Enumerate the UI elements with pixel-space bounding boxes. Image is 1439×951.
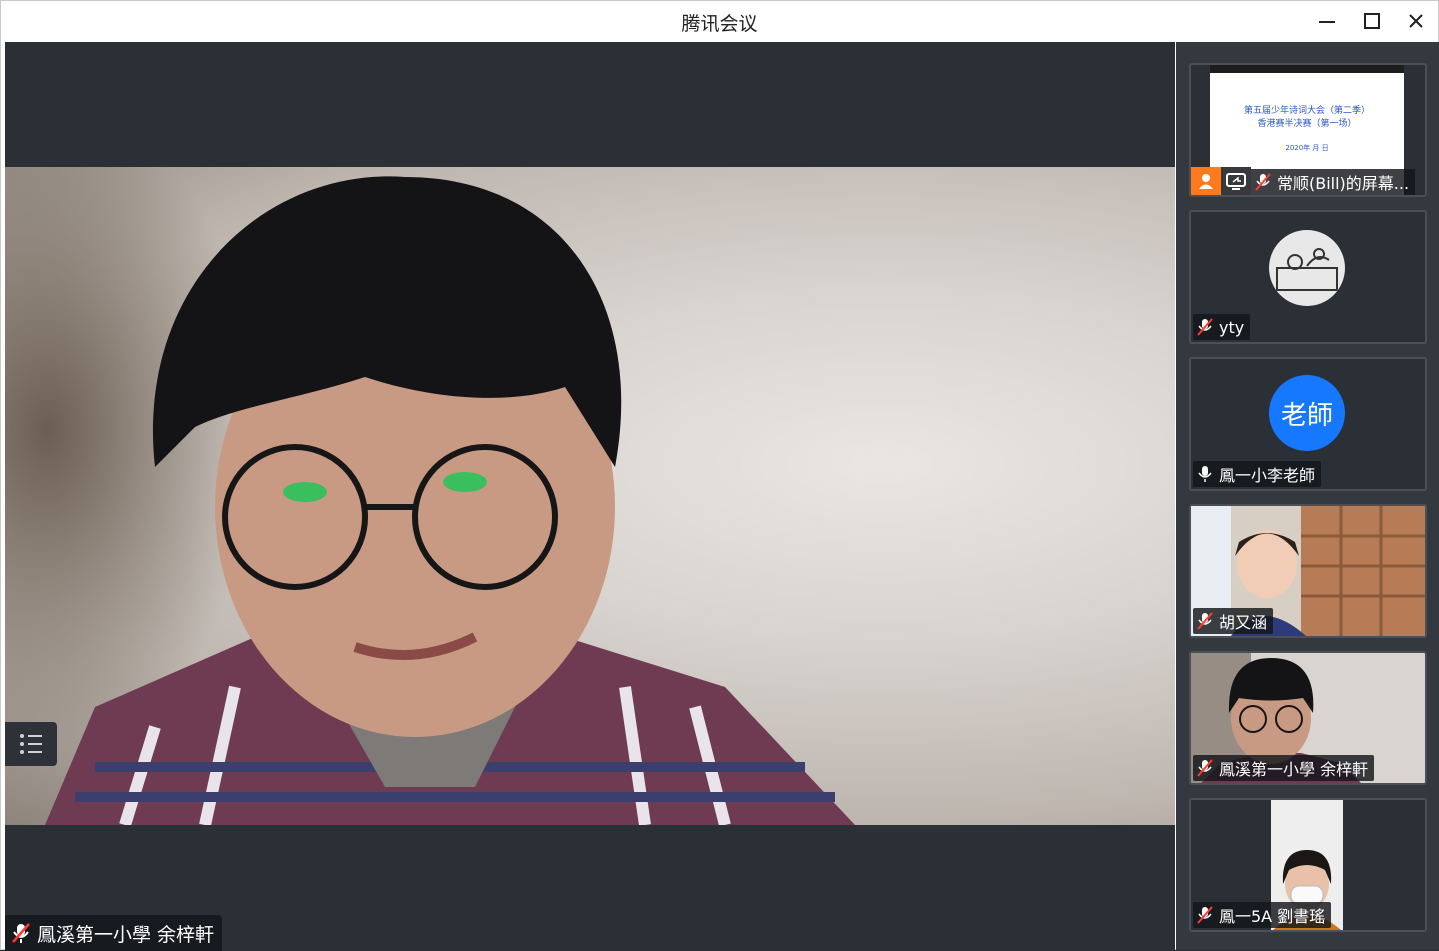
maximize-button[interactable] xyxy=(1355,7,1389,35)
participant-name: 鳳一小李老師 xyxy=(1219,466,1316,485)
host-badge xyxy=(1191,167,1221,195)
main-speaker-label: 鳳溪第一小學 余梓軒 xyxy=(5,915,223,951)
user-icon xyxy=(1199,174,1213,189)
participant-tile-video-3[interactable]: 鳳一5A 劉書瑤 xyxy=(1189,798,1427,932)
participant-tile-screen-share[interactable]: 第五届少年诗词大会（第二季） 香港赛半决赛（第一场） 2020年 月 日 常顺(… xyxy=(1189,63,1427,197)
screen-share-badge xyxy=(1221,167,1251,195)
avatar-illustration xyxy=(1276,248,1338,291)
main-speaker-name: 鳳溪第一小學 余梓軒 xyxy=(37,923,215,946)
meeting-window: 腾讯会议 鳳溪第一小學 余梓軒 第五届少年诗词大会（第二季） 香港赛半决赛（第一… xyxy=(0,0,1439,951)
mic-muted-icon xyxy=(1255,173,1271,191)
participant-label: 鳳一小李老師 xyxy=(1193,461,1322,487)
main-video[interactable] xyxy=(5,167,1175,825)
participant-name: yty xyxy=(1219,317,1245,337)
mic-icon xyxy=(1198,466,1212,482)
list-icon xyxy=(20,734,42,754)
close-button[interactable] xyxy=(1399,7,1433,35)
screen-share-icon xyxy=(1226,173,1246,190)
minimize-icon xyxy=(1319,21,1335,23)
participant-tile-yty[interactable]: yty xyxy=(1189,210,1427,344)
participant-tile-video-2[interactable]: 鳳溪第一小學 余梓軒 xyxy=(1189,651,1427,785)
participant-name: 鳳一5A 劉書瑤 xyxy=(1219,907,1326,926)
slide-title-line2: 香港赛半决赛（第一场） xyxy=(1257,119,1357,129)
participant-label: yty xyxy=(1193,314,1251,340)
participant-name: 鳳溪第一小學 余梓軒 xyxy=(1219,760,1369,779)
main-stage: 鳳溪第一小學 余梓軒 xyxy=(5,42,1175,951)
participant-tile-teacher[interactable]: 老師 鳳一小李老師 xyxy=(1189,357,1427,491)
speaker-video-frame xyxy=(5,167,855,825)
mic-muted-icon xyxy=(1197,612,1213,630)
mic-muted-icon xyxy=(1197,759,1213,777)
avatar: 老師 xyxy=(1269,375,1345,451)
mic-muted-icon xyxy=(1197,318,1213,336)
minimize-button[interactable] xyxy=(1310,7,1344,35)
mic-muted-icon xyxy=(12,923,30,943)
slide-title-line1: 第五届少年诗词大会（第二季） xyxy=(1243,106,1370,116)
mic-muted-icon xyxy=(1197,906,1213,924)
participant-sidebar: 第五届少年诗词大会（第二季） 香港赛半决赛（第一场） 2020年 月 日 常顺(… xyxy=(1176,42,1439,950)
close-icon xyxy=(1409,14,1423,28)
slide-date: 2020年 月 日 xyxy=(1285,144,1329,152)
participant-label: 鳳溪第一小學 余梓軒 xyxy=(1193,755,1375,781)
participant-label: 胡又涵 xyxy=(1193,608,1274,634)
title-bar: 腾讯会议 xyxy=(1,1,1438,41)
side-panel-toggle[interactable] xyxy=(5,722,57,766)
maximize-icon xyxy=(1364,13,1380,29)
participant-label: 常顺(Bill)的屏幕... xyxy=(1251,169,1416,195)
participant-label: 鳳一5A 劉書瑤 xyxy=(1193,902,1332,928)
avatar xyxy=(1269,230,1345,306)
participant-tile-video-1[interactable]: 胡又涵 xyxy=(1189,504,1427,638)
participant-name: 常顺(Bill)的屏幕... xyxy=(1277,174,1410,193)
window-title: 腾讯会议 xyxy=(681,13,758,35)
participant-name: 胡又涵 xyxy=(1219,613,1268,632)
